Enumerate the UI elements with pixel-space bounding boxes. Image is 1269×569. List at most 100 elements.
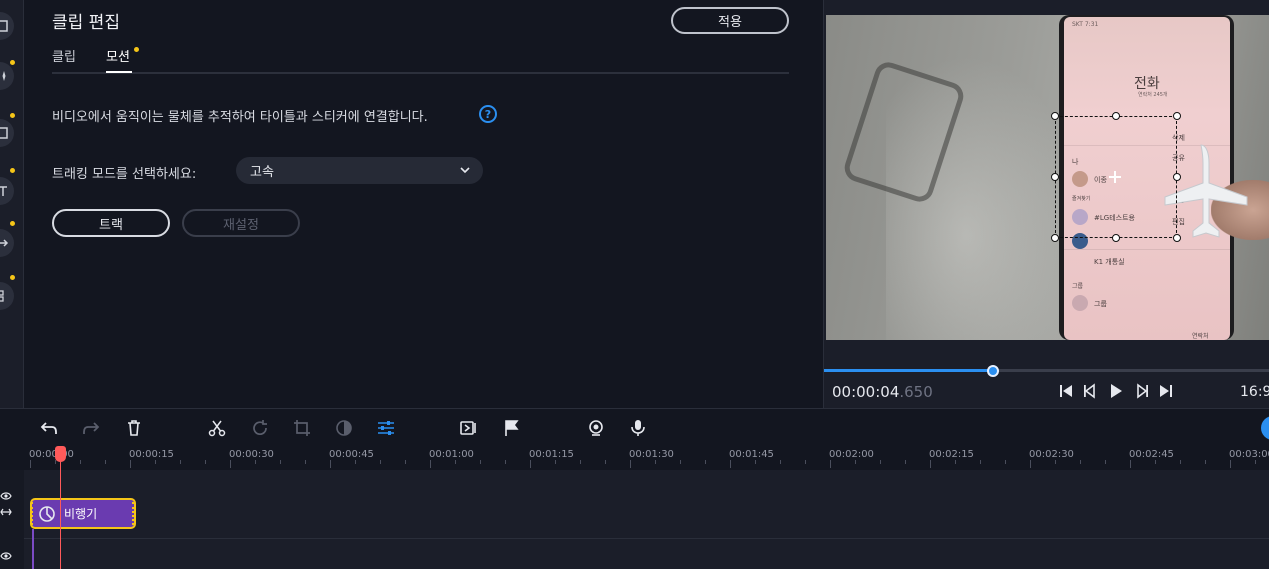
ruler-tick [30,460,31,468]
sidebar-filters-button[interactable] [0,119,14,147]
timecode-ms: .650 [899,383,933,401]
ruler-tick [1255,460,1256,464]
ruler-tick [455,460,456,464]
resize-handle[interactable] [1112,234,1120,242]
play-icon[interactable] [1108,383,1124,399]
microphone-icon [631,420,645,436]
ruler-tick [80,460,81,464]
redo-button[interactable] [82,419,100,437]
ruler-tick [1130,460,1131,468]
resize-handle[interactable] [1173,112,1181,120]
color-adjust-button[interactable] [335,419,353,437]
clip-editor-panel: 클립 편집 적용 클립 모션 비디오에서 움직이는 물체를 추적하여 타이틀과 … [24,0,822,408]
playhead[interactable] [55,446,66,462]
ruler-tick [1230,460,1231,468]
ruler-label: 00:02:45 [1129,449,1174,460]
ruler-tick [955,460,956,464]
rectangle-icon [0,127,8,139]
phone-row: 그룹 [1094,300,1107,308]
transition-wizard-button[interactable] [460,419,478,437]
record-audio-button[interactable] [629,419,647,437]
tab-motion[interactable]: 모션 [106,46,130,65]
phone-row: K1 개통실 [1094,258,1125,266]
transition-icon [460,421,476,435]
ruler-label: 00:01:15 [529,449,574,460]
timeline-toolbar [0,408,1269,446]
video-frame[interactable]: SKT 7:31 전화 연락처 245개 나 이종 즐겨찾기 #LG테스트용 K… [826,15,1269,340]
tracking-mode-label: 트래킹 모드를 선택하세요: [52,167,197,182]
ruler-tick [555,460,556,464]
resize-handle[interactable] [1051,112,1059,120]
record-webcam-button[interactable] [587,419,605,437]
ruler-tick [330,460,331,468]
resize-handle[interactable] [1051,173,1059,181]
previous-frame-icon[interactable] [1082,383,1098,399]
move-crosshair-icon[interactable] [1108,170,1122,184]
sticker-clip[interactable]: 비행기 [30,498,136,529]
ruler-label: 00:00:00 [29,449,74,460]
eye-icon[interactable] [0,490,12,502]
ruler-tick [930,460,931,468]
help-icon[interactable]: ? [479,105,497,123]
skip-to-end-icon[interactable] [1158,383,1174,399]
undo-button[interactable] [40,419,58,437]
resize-handle[interactable] [1173,173,1181,181]
ruler-tick [180,460,181,464]
delete-button[interactable] [125,419,143,437]
apply-button[interactable]: 적용 [671,7,789,34]
ruler-label: 00:02:00 [829,449,874,460]
tab-clip[interactable]: 클립 [52,46,76,65]
link-icon[interactable] [0,506,12,518]
sidebar-more-button[interactable] [0,282,14,310]
aspect-ratio[interactable]: 16:9 [1240,384,1269,400]
arrow-right-icon [0,239,9,247]
clip-label: 비행기 [64,507,98,521]
ruler-tick [680,460,681,464]
ruler-tick [530,460,531,468]
sidebar-notification-dot [10,113,15,118]
motion-description: 비디오에서 움직이는 물체를 추적하여 타이틀과 스티커에 연결합니다. [52,110,428,125]
reset-button[interactable]: 재설정 [182,209,300,237]
ruler-tick [1080,460,1081,464]
contrast-icon [336,420,352,436]
ruler-label: 00:01:00 [429,449,474,460]
ruler-tick [405,460,406,464]
sidebar-effects-button[interactable] [0,62,14,90]
sidebar-import-button[interactable] [0,12,14,40]
marker-button[interactable] [503,419,521,437]
ruler-label: 00:00:45 [329,449,374,460]
resize-handle[interactable] [1112,112,1120,120]
timeline-tracks[interactable] [24,470,1269,569]
split-button[interactable] [208,419,226,437]
sticker-icon [39,505,55,522]
ruler-tick [355,460,356,464]
tracking-mode-select[interactable]: 고속 [236,157,483,184]
ruler-tick [880,460,881,464]
ruler-tick [1055,460,1056,464]
scissors-icon [208,420,226,437]
chevron-down-icon [460,167,470,174]
grid-icon [0,290,4,302]
active-tab-indicator [106,71,132,73]
clip-trim-handle-left[interactable] [31,502,33,525]
crop-button[interactable] [293,419,311,437]
resize-handle[interactable] [1051,234,1059,242]
clip-trim-handle-right[interactable] [132,502,134,525]
skip-to-start-icon[interactable] [1058,383,1074,399]
tracking-mode-value: 고속 [250,165,274,180]
redo-icon [83,422,100,434]
track-button[interactable]: 트랙 [52,209,170,237]
sidebar-titles-button[interactable] [0,177,14,205]
next-frame-icon[interactable] [1134,383,1150,399]
clip-properties-button[interactable] [377,419,395,437]
rotate-button[interactable] [251,419,269,437]
resize-handle[interactable] [1173,234,1181,242]
phone-row: 그룹 [1072,283,1084,290]
ruler-tick [1205,460,1206,464]
ruler-tick [380,460,381,464]
sidebar-transitions-button[interactable] [0,229,14,257]
ruler-tick [605,460,606,464]
scrubber-handle[interactable] [987,365,999,377]
ruler-tick [1105,460,1106,464]
eye-icon[interactable] [0,550,12,562]
